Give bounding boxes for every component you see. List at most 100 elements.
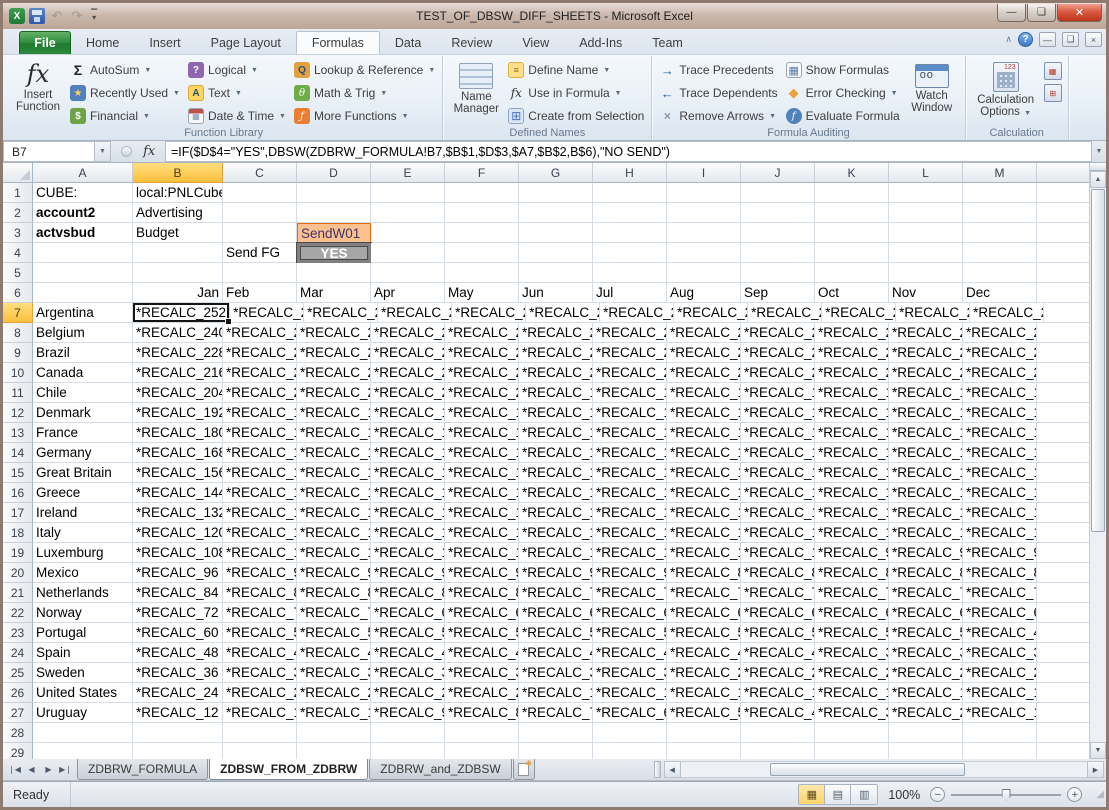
cell-K2[interactable] (815, 203, 889, 223)
vertical-split-box[interactable] (1090, 163, 1106, 171)
cell-L21[interactable]: *RECALC_74 (889, 583, 963, 603)
cell-A20[interactable]: Mexico (33, 563, 133, 583)
cell-C28[interactable] (223, 723, 297, 743)
next-sheet-icon[interactable]: ▶ (41, 762, 56, 778)
cell-H11[interactable]: *RECALC_198 (593, 383, 667, 403)
cell-K1[interactable] (815, 183, 889, 203)
cell-L7[interactable]: *RECALC_242 (896, 303, 970, 323)
cell-B13[interactable]: *RECALC_180 (133, 423, 223, 443)
cell-B23[interactable]: *RECALC_60 (133, 623, 223, 643)
cell-K25[interactable]: *RECALC_27 (815, 663, 889, 683)
col-header-D[interactable]: D (297, 163, 371, 183)
cell-H25[interactable]: *RECALC_30 (593, 663, 667, 683)
cell-B16[interactable]: *RECALC_144 (133, 483, 223, 503)
maximize-button[interactable]: ❏ (1027, 4, 1056, 22)
zoom-slider-thumb[interactable] (1002, 789, 1011, 801)
cell-D7[interactable]: *RECALC_250 (304, 303, 378, 323)
cell-G13[interactable]: *RECALC_175 (519, 423, 593, 443)
scroll-down-icon[interactable]: ▼ (1090, 742, 1106, 759)
cell-G27[interactable]: *RECALC_7 (519, 703, 593, 723)
cell-G15[interactable]: *RECALC_151 (519, 463, 593, 483)
cell-L4[interactable] (889, 243, 963, 263)
cell-C13[interactable]: *RECALC_179 (223, 423, 297, 443)
cell-B1[interactable]: local:PNLCube (133, 183, 223, 203)
cell-F16[interactable]: *RECALC_140 (445, 483, 519, 503)
cell-K22[interactable]: *RECALC_63 (815, 603, 889, 623)
cell-L19[interactable]: *RECALC_98 (889, 543, 963, 563)
button-trace-precedents[interactable]: →Trace Precedents (656, 60, 780, 80)
cell-I22[interactable]: *RECALC_65 (667, 603, 741, 623)
cell-D11[interactable]: *RECALC_202 (297, 383, 371, 403)
cell-C11[interactable]: *RECALC_203 (223, 383, 297, 403)
cell-A13[interactable]: France (33, 423, 133, 443)
cell-M26[interactable]: *RECALC_13 (963, 683, 1037, 703)
file-tab[interactable]: File (19, 31, 71, 54)
cell-E27[interactable]: *RECALC_9 (371, 703, 445, 723)
cell-C6[interactable]: Feb (223, 283, 297, 303)
cell-E9[interactable]: *RECALC_225 (371, 343, 445, 363)
cell-B2[interactable]: Advertising (133, 203, 223, 223)
cell-I11[interactable]: *RECALC_197 (667, 383, 741, 403)
button-show-formulas[interactable]: ▦Show Formulas (783, 60, 903, 80)
cell-H24[interactable]: *RECALC_42 (593, 643, 667, 663)
button-logical[interactable]: ?Logical▼ (185, 60, 289, 80)
cell-I23[interactable]: *RECALC_53 (667, 623, 741, 643)
cell-K10[interactable]: *RECALC_207 (815, 363, 889, 383)
fx-icon[interactable]: fx (143, 144, 155, 159)
row-header-19[interactable]: 19 (3, 543, 33, 563)
button-date-time[interactable]: ▦Date & Time▼ (185, 106, 289, 126)
cell-M2[interactable] (963, 203, 1037, 223)
cell-J12[interactable]: *RECALC_184 (741, 403, 815, 423)
cell-K20[interactable]: *RECALC_87 (815, 563, 889, 583)
cell-D2[interactable] (297, 203, 371, 223)
cell-D5[interactable] (297, 263, 371, 283)
cell-H19[interactable]: *RECALC_102 (593, 543, 667, 563)
cell-B25[interactable]: *RECALC_36 (133, 663, 223, 683)
page-break-view-button[interactable]: ▥ (851, 785, 877, 804)
cell-K17[interactable]: *RECALC_123 (815, 503, 889, 523)
cell-F11[interactable]: *RECALC_200 (445, 383, 519, 403)
cell-I7[interactable]: *RECALC_245 (674, 303, 748, 323)
cell-M22[interactable]: *RECALC_61 (963, 603, 1037, 623)
button-use-in-formula[interactable]: fxUse in Formula▼ (505, 83, 647, 103)
cell-G18[interactable]: *RECALC_115 (519, 523, 593, 543)
cell-B22[interactable]: *RECALC_72 (133, 603, 223, 623)
cell-F22[interactable]: *RECALC_68 (445, 603, 519, 623)
cell-E14[interactable]: *RECALC_165 (371, 443, 445, 463)
cell-D14[interactable]: *RECALC_166 (297, 443, 371, 463)
cell-M27[interactable]: *RECALC_1 (963, 703, 1037, 723)
cell-H5[interactable] (593, 263, 667, 283)
col-header-L[interactable]: L (889, 163, 963, 183)
cell-E24[interactable]: *RECALC_45 (371, 643, 445, 663)
row-header-21[interactable]: 21 (3, 583, 33, 603)
col-header-A[interactable]: A (33, 163, 133, 183)
cell-D9[interactable]: *RECALC_226 (297, 343, 371, 363)
cell-B20[interactable]: *RECALC_96 (133, 563, 223, 583)
cell-M17[interactable]: *RECALC_121 (963, 503, 1037, 523)
cell-G23[interactable]: *RECALC_55 (519, 623, 593, 643)
row-header-24[interactable]: 24 (3, 643, 33, 663)
cell-M1[interactable] (963, 183, 1037, 203)
cell-D8[interactable]: *RECALC_238 (297, 323, 371, 343)
first-sheet-icon[interactable]: ❘◀ (7, 762, 22, 778)
button-lookup-reference[interactable]: QLookup & Reference▼ (291, 60, 438, 80)
cell-K4[interactable] (815, 243, 889, 263)
cell-C1[interactable] (223, 183, 297, 203)
cell-I9[interactable]: *RECALC_221 (667, 343, 741, 363)
vertical-scrollbar[interactable]: ▲ ▼ (1089, 163, 1106, 759)
cell-A22[interactable]: Norway (33, 603, 133, 623)
cell-B8[interactable]: *RECALC_240 (133, 323, 223, 343)
cell-I21[interactable]: *RECALC_77 (667, 583, 741, 603)
cell-E23[interactable]: *RECALC_57 (371, 623, 445, 643)
cell-M28[interactable] (963, 723, 1037, 743)
cell-F12[interactable]: *RECALC_188 (445, 403, 519, 423)
insert-worksheet-button[interactable] (513, 759, 535, 780)
cell-K12[interactable]: *RECALC_183 (815, 403, 889, 423)
cell-I15[interactable]: *RECALC_149 (667, 463, 741, 483)
cell-B5[interactable] (133, 263, 223, 283)
cell-G22[interactable]: *RECALC_67 (519, 603, 593, 623)
cell-H16[interactable]: *RECALC_138 (593, 483, 667, 503)
cell-M11[interactable]: *RECALC_193 (963, 383, 1037, 403)
cell-E21[interactable]: *RECALC_81 (371, 583, 445, 603)
cell-F24[interactable]: *RECALC_44 (445, 643, 519, 663)
